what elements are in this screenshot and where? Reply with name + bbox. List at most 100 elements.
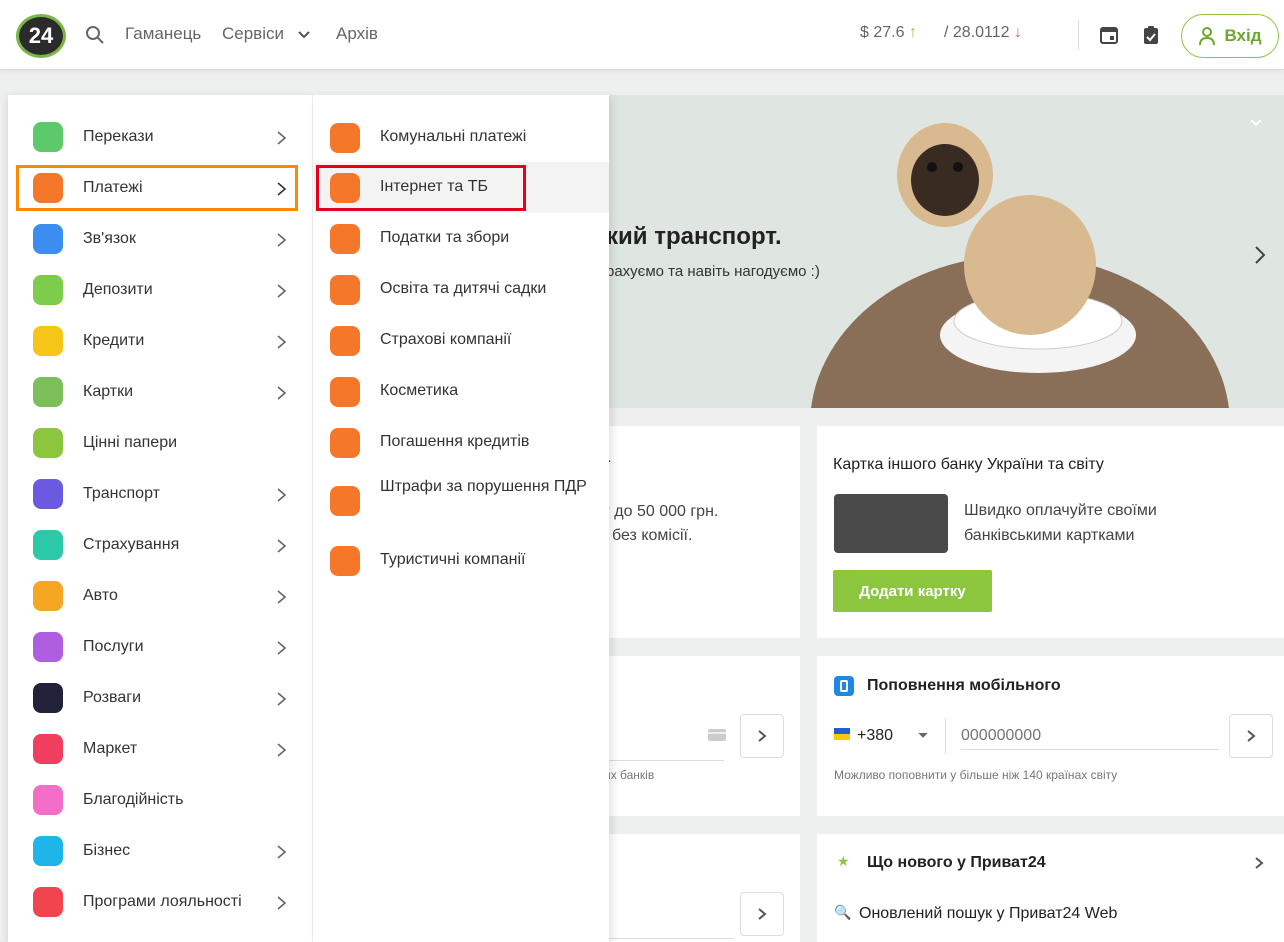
menu-item[interactable]: Благодійність: [8, 775, 312, 826]
document-icon: [33, 428, 63, 458]
user-icon: [1199, 27, 1216, 46]
menu-item-label: Бізнес: [83, 842, 131, 859]
car-icon: [33, 581, 63, 611]
country-code[interactable]: +380: [857, 724, 893, 748]
menu-item[interactable]: Перекази: [8, 112, 312, 163]
phone-icon: [834, 676, 854, 696]
chevron-right-icon: [277, 131, 287, 145]
submenu-item[interactable]: Освіта та дитячі садки: [313, 264, 609, 315]
lower-next-button[interactable]: [740, 892, 784, 936]
mobile-topup-card: Поповнення мобільного +380 Можливо попов…: [817, 656, 1284, 816]
submenu-item[interactable]: Податки та збори: [313, 213, 609, 264]
menu-item[interactable]: Картки: [8, 367, 312, 418]
nav-archive[interactable]: Архів: [336, 24, 378, 44]
submenu-item[interactable]: Комунальні платежі: [313, 112, 609, 163]
submenu-item[interactable]: Погашення кредитів: [313, 417, 609, 468]
card-transfer-input-card: их банків: [600, 656, 800, 816]
chevron-right-icon: [758, 908, 767, 920]
arrow-down-icon: ↓: [1014, 24, 1022, 41]
arrow-up-icon: ↑: [908, 24, 917, 41]
menu-item[interactable]: Послуги: [8, 622, 312, 673]
menu-item[interactable]: Авто: [8, 571, 312, 622]
other-bank-card: Картка іншого банку України та світу Шви…: [817, 426, 1284, 638]
internet-tv-highlight-box: [316, 165, 526, 211]
login-label: Вхід: [1224, 26, 1262, 45]
chevron-right-icon[interactable]: [1250, 243, 1270, 267]
submenu-item-label: Страхові компанії: [380, 331, 512, 348]
chevron-right-icon: [277, 386, 287, 400]
card-next-button[interactable]: [740, 714, 784, 758]
nav-wallet[interactable]: Гаманець: [125, 24, 201, 44]
cart-icon: [33, 734, 63, 764]
menu-item[interactable]: Розваги: [8, 673, 312, 724]
main-menu: Перекази Платежі Зв'язок Депозити Кредити Кар…: [8, 95, 313, 942]
magnifier-icon: 🔍: [834, 904, 852, 920]
submenu-item[interactable]: Страхові компанії: [313, 315, 609, 366]
clipboard-icon[interactable]: [1140, 24, 1162, 46]
chevron-down-icon[interactable]: [296, 27, 312, 43]
caret-down-icon[interactable]: [917, 730, 929, 740]
search-icon[interactable]: [84, 24, 106, 46]
other-bank-text-line2: банківськими картками: [964, 527, 1135, 544]
nav-services[interactable]: Сервіси: [222, 24, 284, 44]
promo-banner[interactable]: кий транспорт. рахуємо та навіть нагодує…: [600, 95, 1284, 408]
chevron-right-icon: [277, 845, 287, 859]
calendar-icon[interactable]: [1098, 24, 1120, 46]
news-card[interactable]: ★ Що нового у Приват24 🔍 Оновлений пошук…: [817, 834, 1284, 942]
menu-item-label: Маркет: [83, 740, 138, 757]
smile-icon: [33, 683, 63, 713]
add-card-button[interactable]: Додати картку: [833, 570, 992, 612]
login-button[interactable]: Вхід: [1181, 14, 1279, 58]
money-bag-icon: [330, 427, 360, 458]
submenu-item-label: Погашення кредитів: [380, 433, 530, 450]
mobile-next-button[interactable]: [1229, 714, 1273, 758]
chevron-right-icon: [277, 590, 287, 604]
chevron-right-icon[interactable]: [1253, 856, 1265, 870]
submenu-item[interactable]: Косметика: [313, 366, 609, 417]
mobile-topup-title: Поповнення мобільного: [867, 677, 1061, 694]
banner-subtitle: рахуємо та навіть нагодуємо :): [606, 263, 820, 280]
submenu-item[interactable]: Штрафи за порушення ПДР: [313, 468, 609, 534]
transfer-text-line2: і без комісії.: [604, 527, 693, 544]
chevron-down-icon[interactable]: [1248, 117, 1264, 129]
menu-item-label: Цінні папери: [83, 434, 178, 451]
heart-icon: [33, 785, 63, 815]
menu-item[interactable]: Маркет: [8, 724, 312, 775]
menu-item-label: Кредити: [83, 332, 145, 349]
menu-item-label: Авто: [83, 587, 118, 604]
submenu-item[interactable]: Туристичні компанії: [313, 535, 609, 586]
transfer-text-line1: г до 50 000 грн.: [604, 503, 719, 520]
menu-item[interactable]: Депозити: [8, 265, 312, 316]
menu-item[interactable]: Цінні папери: [8, 418, 312, 469]
news-item[interactable]: Оновлений пошук у Приват24 Web: [859, 902, 1117, 926]
menu-item-label: Програми лояльності: [83, 893, 242, 910]
menu-item[interactable]: Страхування: [8, 520, 312, 571]
menu-item[interactable]: Транспорт: [8, 469, 312, 520]
briefcase-icon: [33, 836, 63, 866]
menu-item[interactable]: Зв'язок: [8, 214, 312, 265]
bank-card-image: [834, 494, 948, 553]
umbrella-icon: [33, 530, 63, 560]
banner-title: кий транспорт.: [606, 223, 782, 250]
menu-item[interactable]: Програми лояльності: [8, 877, 312, 928]
privat24-logo[interactable]: 24: [16, 14, 66, 58]
menu-item[interactable]: Бізнес: [8, 826, 312, 877]
chevron-right-icon: [277, 233, 287, 247]
chevron-right-icon: [277, 692, 287, 706]
menu-item-label: Розваги: [83, 689, 142, 706]
menu-item-label: Страхування: [83, 536, 180, 553]
menu-item-label: Благодійність: [83, 791, 184, 808]
news-title: Що нового у Приват24: [867, 854, 1046, 871]
star-icon: ★: [837, 853, 850, 869]
card-note: их банків: [604, 768, 655, 782]
menu-item[interactable]: Кредити: [8, 316, 312, 367]
mobile-note: Можливо поповнити у більше ніж 140 країн…: [834, 768, 1118, 782]
menu-item-label: Депозити: [83, 281, 153, 298]
submenu-item-label: Освіта та дитячі садки: [380, 280, 547, 297]
graduation-cap-icon: [330, 274, 360, 305]
signal-icon: [33, 224, 63, 254]
usd-buy-rate: $ 27.6 ↑: [860, 24, 917, 41]
phone-number-input[interactable]: [961, 722, 1219, 750]
percent-icon: [33, 275, 63, 305]
menu-item-label: Зв'язок: [83, 230, 136, 247]
